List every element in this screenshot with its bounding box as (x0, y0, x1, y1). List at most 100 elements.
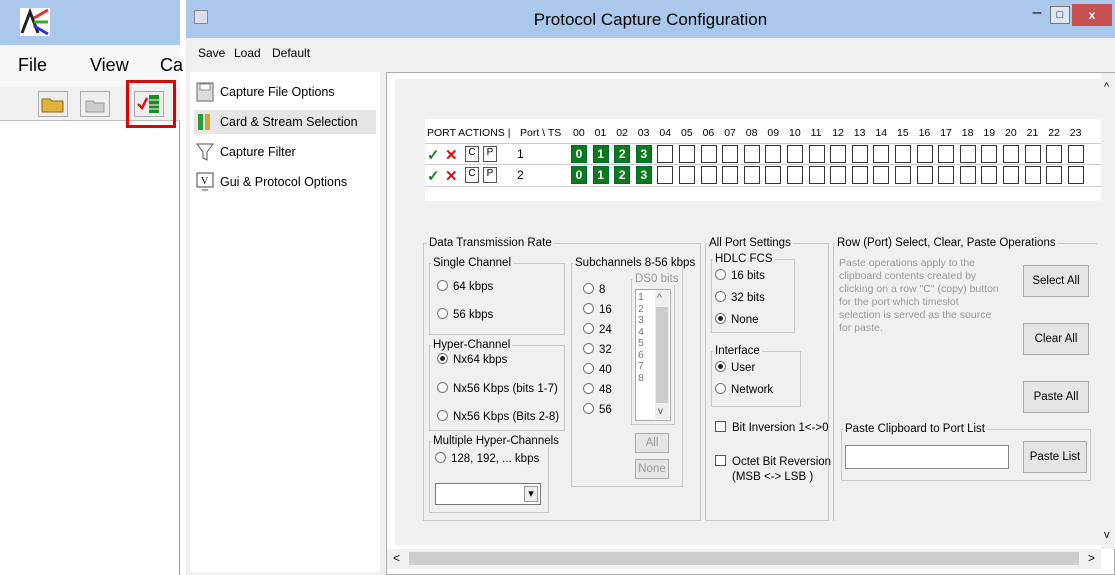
radio-sub-16[interactable]: 16 (583, 303, 612, 316)
radio-56kbps[interactable]: 56 kbps (437, 308, 493, 321)
close-folder-icon[interactable] (80, 91, 110, 117)
timeslot-cell[interactable] (657, 145, 674, 163)
clear-port-icon[interactable]: ✕ (445, 167, 458, 185)
radio-sub-48[interactable]: 48 (583, 383, 612, 396)
menu-capture[interactable]: Ca (160, 55, 183, 76)
none-bits-button[interactable]: None (635, 459, 669, 479)
radio-multi-hyper[interactable]: 128, 192, ... kbps (435, 452, 539, 465)
timeslot-cell[interactable] (938, 145, 955, 163)
timeslot-cell[interactable] (830, 145, 847, 163)
timeslot-cell[interactable] (787, 145, 803, 163)
radio-fcs-32[interactable]: 32 bits (715, 291, 765, 304)
paste-port-icon[interactable]: P (483, 167, 497, 183)
timeslot-cell[interactable] (743, 166, 760, 184)
radio-nx64[interactable]: Nx64 kbps (437, 353, 507, 366)
scroll-right-icon[interactable]: > (1088, 551, 1095, 565)
timeslot-cell[interactable] (851, 145, 868, 163)
select-all-button[interactable]: Select All (1023, 265, 1089, 297)
timeslot-cell[interactable] (787, 166, 803, 184)
timeslot-cell[interactable] (1024, 145, 1041, 163)
timeslot-cell[interactable] (1024, 166, 1041, 184)
radio-sub-40[interactable]: 40 (583, 363, 612, 376)
radio-fcs-16[interactable]: 16 bits (715, 269, 765, 282)
menu-default[interactable]: Default (272, 46, 310, 60)
timeslot-cell[interactable] (981, 145, 998, 163)
radio-nx56-1-7[interactable]: Nx56 Kbps (bits 1-7) (437, 382, 558, 395)
timeslot-cell[interactable] (1067, 166, 1084, 184)
port-row[interactable]: ✓ ✕ C P 2 0123 (425, 165, 1105, 187)
radio-sub-32[interactable]: 32 (583, 343, 612, 356)
scroll-thumb[interactable] (656, 307, 668, 403)
multi-hyper-dropdown[interactable]: ▾ (435, 483, 541, 505)
open-folder-icon[interactable] (38, 91, 68, 117)
ds0-scrollbar[interactable]: ^ v (655, 291, 669, 419)
timeslot-cell[interactable]: 1 (592, 145, 609, 163)
radio-nx56-2-8[interactable]: Nx56 Kbps (Bits 2-8) (437, 410, 559, 423)
timeslot-cell[interactable] (722, 145, 739, 163)
timeslot-cell[interactable] (722, 166, 739, 184)
timeslot-cell[interactable] (1003, 145, 1019, 163)
all-bits-button[interactable]: All (635, 433, 669, 453)
clear-all-button[interactable]: Clear All (1023, 323, 1089, 355)
timeslot-cell[interactable] (743, 145, 760, 163)
scroll-up-icon[interactable]: ^ (657, 293, 662, 304)
scroll-down-icon[interactable]: v (658, 406, 663, 417)
timeslot-cell[interactable] (959, 145, 976, 163)
timeslot-cell[interactable]: 3 (635, 145, 652, 163)
radio-network[interactable]: Network (715, 383, 773, 396)
timeslot-cell[interactable]: 2 (614, 166, 631, 184)
chevron-down-icon[interactable]: ▾ (524, 486, 538, 502)
nav-capture-filter[interactable]: Capture Filter (194, 140, 376, 164)
timeslot-cell[interactable] (1067, 145, 1084, 163)
nav-card-stream-selection[interactable]: Card & Stream Selection (194, 110, 376, 134)
scroll-down-icon[interactable]: v (1104, 529, 1110, 541)
timeslot-cell[interactable] (895, 166, 911, 184)
timeslot-cell[interactable] (679, 166, 695, 184)
vertical-scrollbar[interactable]: ^ v (1101, 73, 1115, 549)
bit-inversion-checkbox[interactable]: Bit Inversion 1<->0 (715, 421, 829, 434)
timeslot-cell[interactable] (808, 145, 825, 163)
timeslot-cell[interactable] (700, 145, 717, 163)
scroll-up-icon[interactable]: ^ (1104, 81, 1109, 93)
timeslot-cell[interactable]: 0 (571, 166, 587, 184)
enable-port-icon[interactable]: ✓ (427, 167, 440, 185)
radio-fcs-none[interactable]: None (715, 313, 759, 326)
menu-view[interactable]: View (90, 55, 129, 76)
timeslot-cell[interactable] (765, 166, 782, 184)
timeslot-cell[interactable] (916, 166, 933, 184)
timeslot-cell[interactable] (679, 145, 695, 163)
h-scroll-thumb[interactable] (409, 552, 1079, 565)
copy-port-icon[interactable]: C (465, 167, 479, 183)
horizontal-scrollbar[interactable]: < > (387, 549, 1101, 569)
timeslot-cell[interactable] (895, 145, 911, 163)
copy-port-icon[interactable]: C (465, 146, 479, 162)
menu-save[interactable]: Save (198, 46, 225, 60)
radio-sub-24[interactable]: 24 (583, 323, 612, 336)
timeslot-cell[interactable]: 0 (571, 145, 587, 163)
timeslot-cell[interactable] (938, 166, 955, 184)
timeslot-cell[interactable] (657, 166, 674, 184)
enable-port-icon[interactable]: ✓ (427, 146, 440, 164)
paste-all-button[interactable]: Paste All (1023, 381, 1089, 413)
port-list-input[interactable] (845, 445, 1009, 469)
nav-gui-protocol-options[interactable]: V Gui & Protocol Options (194, 170, 376, 194)
radio-sub-8[interactable]: 8 (583, 283, 605, 296)
timeslot-cell[interactable]: 3 (635, 166, 652, 184)
port-row[interactable]: ✓ ✕ C P 1 0123 (425, 143, 1105, 165)
paste-port-icon[interactable]: P (483, 146, 497, 162)
timeslot-cell[interactable] (981, 166, 998, 184)
timeslot-cell[interactable] (1046, 166, 1063, 184)
timeslot-cell[interactable]: 2 (614, 145, 631, 163)
radio-user[interactable]: User (715, 361, 755, 374)
timeslot-cell[interactable] (851, 166, 868, 184)
maximize-button[interactable]: □ (1050, 6, 1070, 24)
radio-64kbps[interactable]: 64 kbps (437, 280, 493, 293)
timeslot-cell[interactable] (700, 166, 717, 184)
close-button[interactable]: x (1072, 4, 1112, 26)
scroll-left-icon[interactable]: < (393, 551, 400, 565)
timeslot-cell[interactable] (808, 166, 825, 184)
paste-list-button[interactable]: Paste List (1023, 441, 1087, 473)
timeslot-cell[interactable] (873, 145, 890, 163)
octet-reversal-checkbox[interactable]: Octet Bit Reversion (715, 455, 831, 468)
timeslot-cell[interactable] (765, 145, 782, 163)
